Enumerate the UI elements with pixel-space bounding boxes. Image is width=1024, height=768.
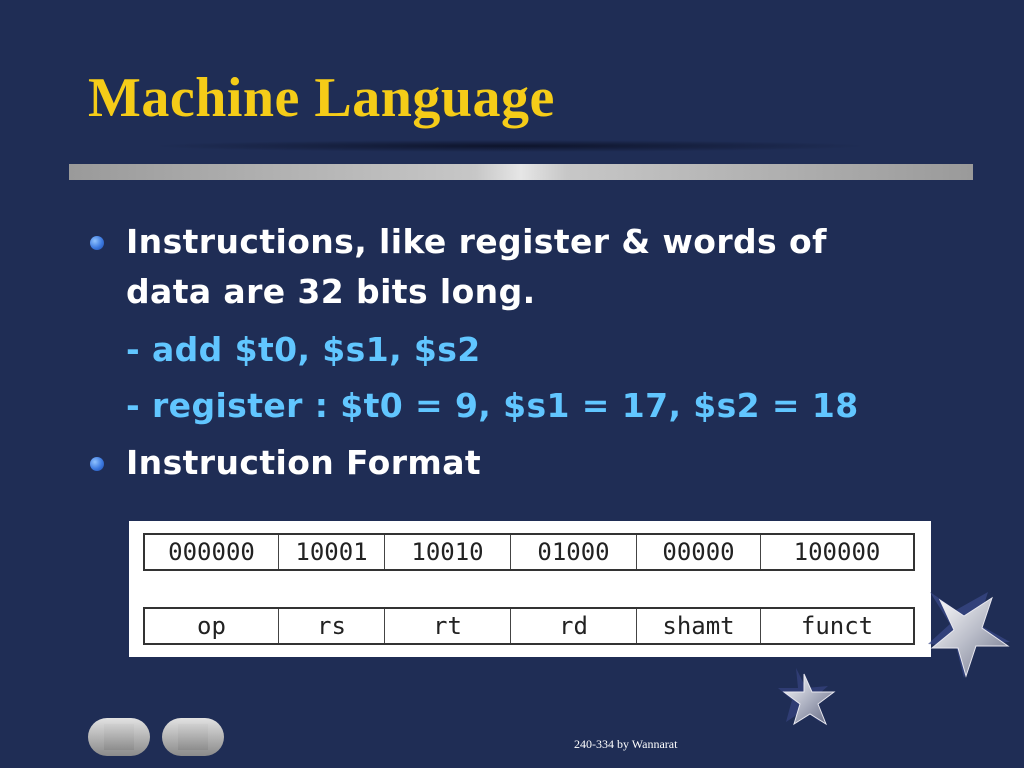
bullet-2-line-1: Instruction Format — [126, 443, 482, 482]
bullet-1-line-2: data are 32 bits long. — [126, 272, 536, 311]
format-bits-row: 000000 10001 10010 01000 00000 100000 — [143, 533, 915, 571]
slide-title: Machine Language — [88, 67, 555, 129]
format-fields-row: op rs rt rd shamt funct — [143, 607, 915, 645]
bits-funct: 100000 — [793, 538, 881, 566]
bits-op: 000000 — [145, 535, 279, 569]
bullet-icon — [90, 457, 104, 471]
field-rd: rd — [511, 609, 637, 643]
subitem-register: - register : $t0 = 9, $s1 = 17, $s2 = 18 — [126, 386, 859, 425]
previous-slide-button[interactable] — [88, 718, 150, 756]
bullet-1-line-1: Instructions, like register & words of — [126, 222, 827, 261]
bits-rt: 10010 — [385, 535, 511, 569]
instruction-format-figure: 000000 10001 10010 01000 00000 100000 op… — [129, 521, 931, 657]
star-decoration-icon — [928, 592, 1010, 678]
field-shamt: shamt — [637, 609, 761, 643]
slide: Machine Language Instructions, like regi… — [0, 0, 1024, 768]
previous-slide-icon — [104, 724, 134, 750]
bits-rs: 10001 — [279, 535, 385, 569]
star-decoration-icon — [778, 668, 836, 726]
slide-footer: 240-334 by Wannarat — [574, 737, 678, 751]
field-funct: funct — [800, 612, 874, 640]
bits-shamt: 00000 — [637, 535, 761, 569]
bullet-icon — [90, 236, 104, 250]
title-rule-shadow — [150, 140, 870, 152]
field-op: op — [145, 609, 279, 643]
next-slide-icon — [178, 724, 208, 750]
field-rs: rs — [279, 609, 385, 643]
next-slide-button[interactable] — [162, 718, 224, 756]
subitem-add: - add $t0, $s1, $s2 — [126, 330, 481, 369]
field-rt: rt — [385, 609, 511, 643]
bits-rd: 01000 — [511, 535, 637, 569]
title-rule — [69, 164, 973, 180]
